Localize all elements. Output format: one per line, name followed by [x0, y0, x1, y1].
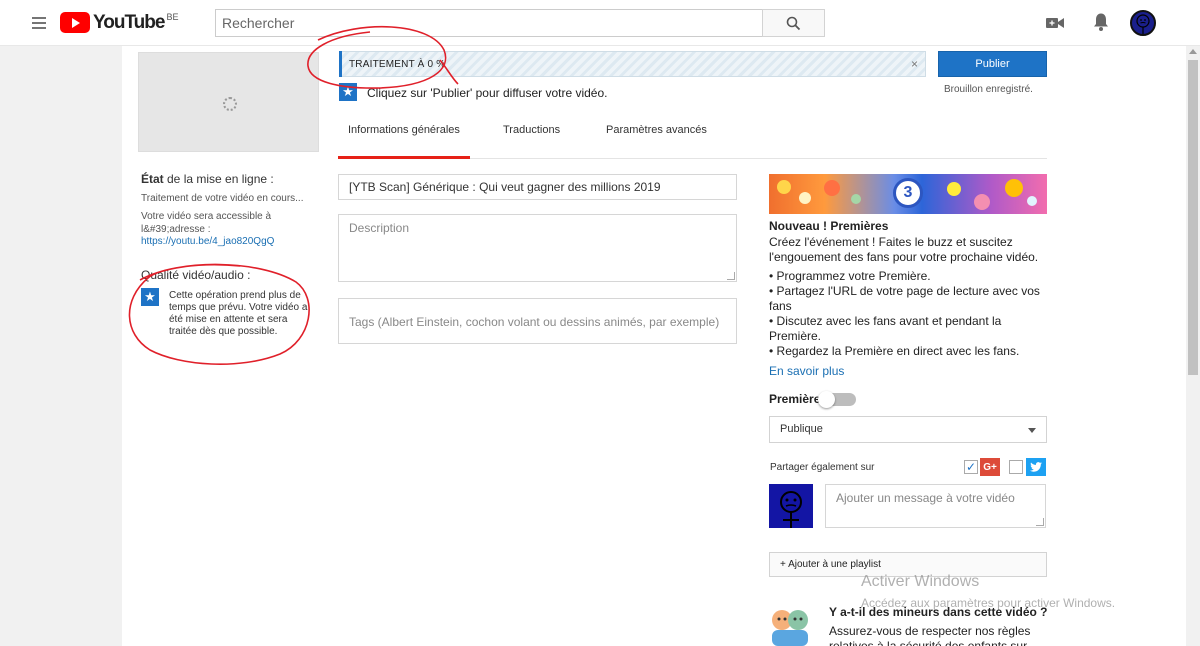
countdown-badge: 3: [893, 178, 923, 208]
scroll-up-icon[interactable]: [1189, 49, 1197, 54]
tags-field[interactable]: [338, 298, 737, 344]
search-button[interactable]: [762, 9, 825, 37]
upload-state-processing: Traitement de votre vidéo en cours...: [141, 193, 304, 204]
search-box: [215, 9, 763, 37]
kids-illustration-icon: [772, 610, 808, 646]
tab-translations[interactable]: Traductions: [503, 124, 560, 136]
details-tabs: Informations générales Traductions Param…: [338, 108, 1047, 159]
title-field[interactable]: [YTB Scan] Générique : Qui veut gagner d…: [338, 174, 737, 200]
learn-more-link[interactable]: En savoir plus: [769, 364, 844, 378]
search-input[interactable]: [216, 10, 762, 36]
close-icon[interactable]: ×: [911, 58, 918, 70]
top-bar: YouTube BE: [0, 0, 1200, 46]
publish-button[interactable]: Publier: [938, 51, 1047, 77]
tab-advanced-settings[interactable]: Paramètres avancés: [606, 124, 707, 136]
upload-panel: État de la mise en ligne : Traitement de…: [122, 46, 1186, 646]
resize-handle-icon[interactable]: [1036, 518, 1044, 526]
resize-handle-icon[interactable]: [727, 272, 735, 280]
share-message-input[interactable]: [826, 485, 1045, 527]
scrollbar-thumb[interactable]: [1188, 60, 1198, 375]
windows-activation-text: Accédez aux paramètres pour activer Wind…: [861, 596, 1116, 610]
upload-state-title: État de la mise en ligne :: [141, 172, 274, 186]
list-item: • Discutez avec les fans avant et pendan…: [769, 314, 1002, 343]
toggle-knob: [818, 391, 835, 408]
video-thumbnail: [138, 52, 319, 152]
info-star-icon: ★: [141, 288, 159, 306]
info-star-icon: ★: [339, 83, 357, 101]
page-scrollbar[interactable]: [1186, 46, 1200, 646]
minors-text: Assurez-vous de respecter nos règles rel…: [829, 624, 1031, 646]
gplus-checkbox[interactable]: ✓: [964, 460, 978, 474]
video-camera-icon[interactable]: [1046, 16, 1064, 30]
search-icon: [786, 16, 801, 30]
twitter-checkbox[interactable]: [1009, 460, 1023, 474]
list-item: • Partagez l'URL de votre page de lectur…: [769, 284, 1040, 313]
premiere-toggle[interactable]: [818, 391, 856, 408]
list-item: • Programmez votre Première.: [769, 269, 931, 283]
upload-state-access: Votre vidéo sera accessible à l&#39;adre…: [141, 211, 272, 235]
caret-down-icon: [1028, 428, 1036, 433]
quality-message: Cette opération prend plus de temps que …: [169, 290, 308, 337]
publish-hint: Cliquez sur 'Publier' pour diffuser votr…: [367, 86, 608, 100]
share-message-field[interactable]: [825, 484, 1046, 528]
premiere-description: Créez l'événement ! Faites le buzz et su…: [769, 235, 1039, 264]
menu-icon[interactable]: [32, 17, 46, 29]
processing-progress-bar: TRAITEMENT À 0 % ×: [339, 51, 926, 77]
youtube-logo[interactable]: YouTube BE: [60, 12, 178, 34]
active-tab-indicator: [338, 156, 470, 159]
premiere-bullets: • Programmez votre Première. • Partagez …: [769, 269, 1049, 359]
loading-spinner-icon: [223, 97, 237, 111]
premiere-banner: 3: [769, 174, 1047, 214]
share-label: Partager également sur: [770, 462, 875, 473]
video-url-link[interactable]: https://youtu.be/4_jao820QgQ: [141, 236, 274, 247]
visibility-selected: Publique: [780, 423, 823, 435]
google-plus-icon: G+: [980, 458, 1000, 476]
twitter-icon: [1026, 458, 1046, 476]
logo-text: YouTube: [93, 12, 165, 33]
draft-saved-note: Brouillon enregistré.: [944, 84, 1033, 95]
progress-fill: [339, 51, 342, 77]
channel-avatar: [769, 484, 813, 528]
premiere-toggle-label: Première: [769, 392, 821, 406]
premiere-title: Nouveau ! Premières: [769, 219, 889, 233]
tab-general-info[interactable]: Informations générales: [348, 124, 460, 136]
bell-icon[interactable]: [1092, 12, 1110, 32]
windows-activation-title: Activer Windows: [861, 573, 980, 590]
quality-title: Qualité vidéo/audio :: [141, 268, 251, 282]
youtube-play-icon: [60, 12, 90, 33]
visibility-select[interactable]: Publique: [769, 416, 1047, 443]
description-input[interactable]: [339, 215, 736, 281]
list-item: • Regardez la Première en direct avec le…: [769, 344, 1020, 358]
logo-region: BE: [166, 12, 179, 22]
avatar[interactable]: [1130, 10, 1156, 36]
progress-label: TRAITEMENT À 0 %: [349, 59, 446, 70]
description-field[interactable]: [338, 214, 737, 282]
tags-input[interactable]: [339, 299, 736, 343]
